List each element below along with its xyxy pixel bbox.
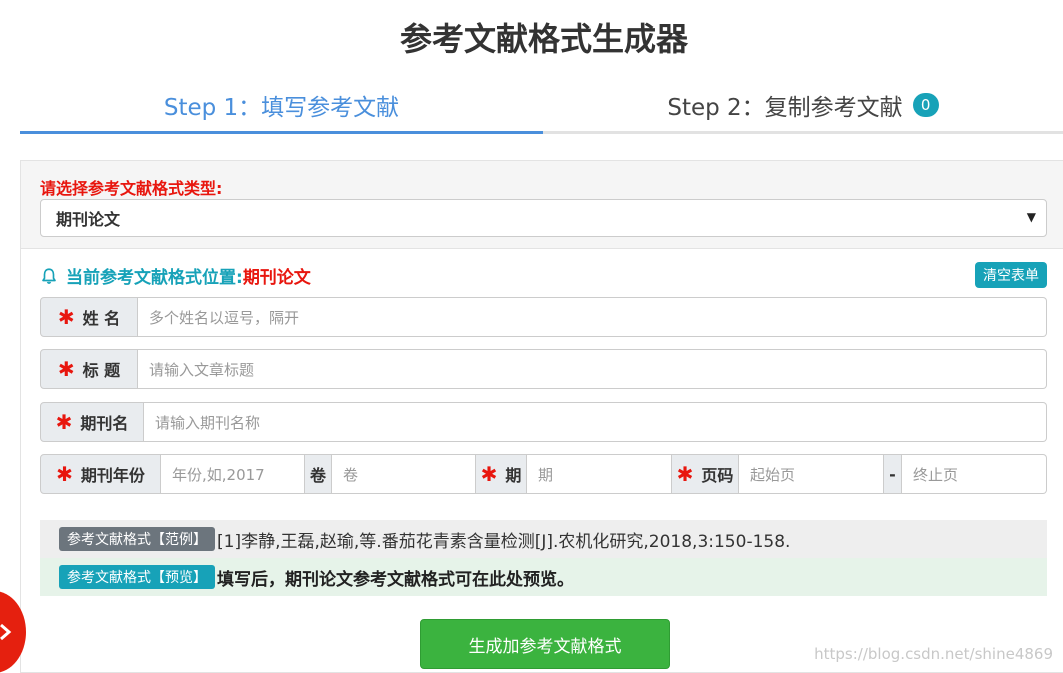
pages-label: ✱ 页码	[672, 454, 739, 494]
clear-form-button[interactable]: 清空表单	[975, 262, 1047, 288]
volume-label-text: 卷	[309, 466, 326, 485]
journal-label-text: 期刊名	[80, 414, 129, 433]
form-panel: 请选择参考文献格式类型: 期刊论文 ▼ 当前参考文献格式位置: 期刊论文 清空表…	[20, 160, 1063, 673]
issue-label-text: 期	[505, 466, 522, 485]
preview-row: 参考文献格式【预览】 填写后，期刊论文参考文献格式可在此处预览。	[40, 558, 1047, 596]
year-label-text: 期刊年份	[80, 466, 145, 485]
required-star-icon: ✱	[56, 462, 73, 486]
location-value: 期刊论文	[242, 268, 311, 288]
watermark: https://blog.csdn.net/shine4869	[814, 645, 1053, 663]
start-page-input[interactable]: 起始页	[739, 454, 884, 494]
required-star-icon: ✱	[55, 410, 73, 434]
volume-input[interactable]: 卷	[332, 454, 476, 494]
page-separator-text: -	[889, 464, 896, 484]
required-star-icon: ✱	[57, 357, 75, 381]
year-label: ✱ 期刊年份	[40, 454, 161, 494]
name-label: ✱ 姓 名	[40, 297, 138, 337]
preview-text: 填写后，期刊论文参考文献格式可在此处预览。	[217, 569, 574, 590]
page-separator: -	[884, 454, 902, 494]
required-star-icon: ✱	[57, 305, 75, 329]
name-input[interactable]: 多个姓名以逗号，隔开	[138, 297, 1047, 337]
required-star-icon: ✱	[676, 462, 694, 486]
example-text: [1]李静,王磊,赵瑜,等.番茄花青素含量检测[J].农机化研究,2018,3:…	[217, 531, 791, 552]
location-indicator: 当前参考文献格式位置: 期刊论文	[40, 263, 311, 288]
type-section: 请选择参考文献格式类型: 期刊论文 ▼	[21, 161, 1063, 249]
journal-field-row: ✱ 期刊名 请输入期刊名称	[40, 402, 1047, 442]
issue-input[interactable]: 期	[527, 454, 672, 494]
tab-step-1-label: Step 1：填写参考文献	[163, 94, 400, 121]
tab-step-2[interactable]: Step 2：复制参考文献 0	[543, 78, 1063, 134]
name-field-row: ✱ 姓 名 多个姓名以逗号，隔开	[40, 297, 1047, 337]
generate-button[interactable]: 生成加参考文献格式	[420, 619, 670, 669]
example-tag: 参考文献格式【范例】	[59, 527, 215, 551]
step-tabs: Step 1：填写参考文献 Step 2：复制参考文献 0	[20, 78, 1063, 134]
required-star-icon: ✱	[480, 462, 498, 486]
location-label: 当前参考文献格式位置:	[66, 268, 243, 288]
title-field-row: ✱ 标 题 请输入文章标题	[40, 349, 1047, 389]
year-input[interactable]: 年份,如,2017	[161, 454, 305, 494]
issue-label: ✱ 期	[476, 454, 527, 494]
page-title: 参考文献格式生成器	[399, 20, 688, 58]
pages-label-text: 页码	[701, 466, 734, 485]
tab-step-2-label: Step 2：复制参考文献	[667, 94, 903, 121]
caret-down-icon: ▼	[1026, 210, 1036, 224]
bell-icon	[42, 267, 56, 284]
end-page-input[interactable]: 终止页	[902, 454, 1047, 494]
volume-label: 卷	[305, 454, 332, 494]
name-label-text: 姓 名	[82, 309, 121, 328]
type-select-value: 期刊论文	[56, 210, 121, 229]
title-input[interactable]: 请输入文章标题	[138, 349, 1047, 389]
type-select[interactable]: 期刊论文 ▼	[40, 199, 1047, 237]
type-label: 请选择参考文献格式类型:	[40, 179, 223, 198]
title-label: ✱ 标 题	[40, 349, 138, 389]
journal-input[interactable]: 请输入期刊名称	[144, 402, 1047, 442]
preview-tag: 参考文献格式【预览】	[59, 565, 215, 589]
chevron-right-icon	[0, 623, 12, 641]
journal-label: ✱ 期刊名	[40, 402, 144, 442]
title-label-text: 标 题	[82, 361, 121, 380]
year-volume-issue-pages-row: ✱ 期刊年份 年份,如,2017 卷 卷 ✱ 期 期 ✱ 页码 起始页 - 终止…	[40, 454, 1047, 494]
example-row: 参考文献格式【范例】 [1]李静,王磊,赵瑜,等.番茄花青素含量检测[J].农机…	[40, 520, 1047, 558]
count-badge: 0	[912, 92, 939, 117]
tab-step-1[interactable]: Step 1：填写参考文献	[20, 78, 543, 134]
